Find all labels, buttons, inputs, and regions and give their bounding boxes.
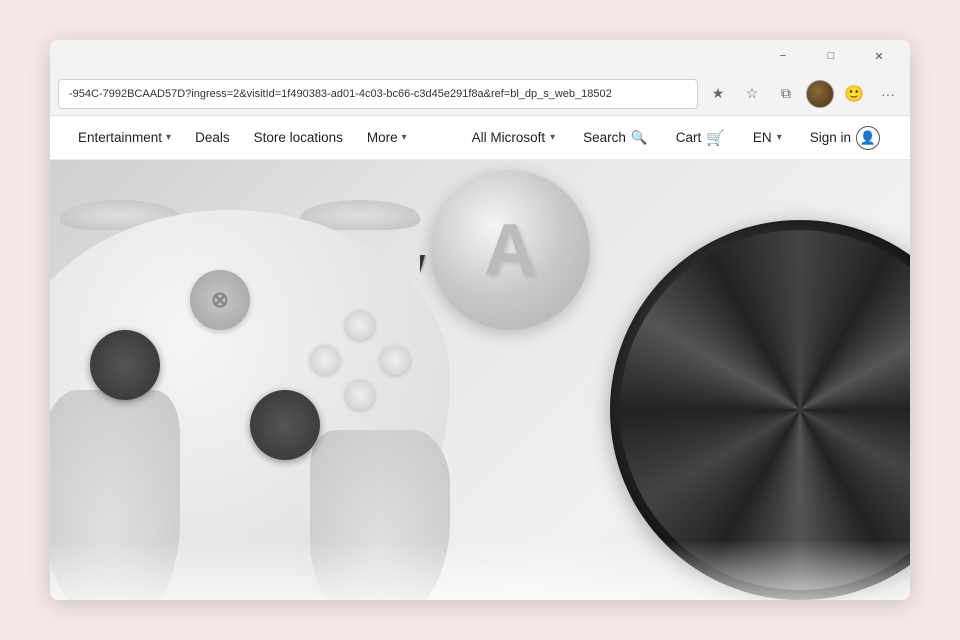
controller-a-button — [345, 380, 375, 410]
close-button[interactable]: ✕ — [856, 40, 902, 72]
title-bar: − □ ✕ — [50, 40, 910, 72]
maximize-button[interactable]: □ — [808, 40, 854, 72]
favorites-icon[interactable]: ★ — [704, 80, 732, 108]
url-text: -954C-7992BCAAD57D?ingress=2&visitId=1f4… — [69, 88, 612, 100]
language-chevron-icon: ▾ — [777, 132, 782, 143]
nav-all-microsoft[interactable]: All Microsoft ▾ — [458, 116, 570, 160]
controller-b-button — [380, 345, 410, 375]
bottom-fade — [50, 540, 910, 600]
nav-store-locations[interactable]: Store locations — [242, 116, 355, 160]
nav-language[interactable]: EN ▾ — [739, 116, 796, 160]
browser-window: − □ ✕ -954C-7992BCAAD57D?ingress=2&visit… — [50, 40, 910, 600]
nav-cart[interactable]: Cart 🛒 — [662, 116, 739, 160]
controller-y-button — [345, 310, 375, 340]
nav-bar: Entertainment ▾ Deals Store locations Mo… — [50, 116, 910, 160]
entertainment-chevron-icon: ▾ — [166, 132, 171, 143]
nav-right: All Microsoft ▾ Search 🔍 Cart 🛒 EN ▾ Sig… — [458, 116, 894, 160]
search-icon: 🔍 — [631, 130, 648, 146]
nav-deals[interactable]: Deals — [183, 116, 242, 160]
thumbstick-left — [90, 330, 160, 400]
all-microsoft-chevron-icon: ▾ — [550, 132, 555, 143]
settings-more-icon[interactable]: ··· — [874, 80, 902, 108]
xbox-center-button: ⊗ — [190, 270, 250, 330]
screenshot-icon[interactable]: ⧉ — [772, 80, 800, 108]
nav-left: Entertainment ▾ Deals Store locations Mo… — [66, 116, 458, 160]
person-icon: 👤 — [856, 126, 880, 150]
nav-search[interactable]: Search 🔍 — [569, 116, 662, 160]
minimize-button[interactable]: − — [760, 40, 806, 72]
address-bar: -954C-7992BCAAD57D?ingress=2&visitId=1f4… — [50, 72, 910, 116]
nav-more[interactable]: More ▾ — [355, 116, 419, 160]
content-area: A ⊗ — [50, 160, 910, 600]
reading-list-icon[interactable]: ☆ — [738, 80, 766, 108]
controller-x-button — [310, 345, 340, 375]
nav-sign-in[interactable]: Sign in 👤 — [796, 116, 894, 160]
cart-icon: 🛒 — [706, 129, 725, 147]
hero-section: A ⊗ — [50, 160, 910, 600]
nav-entertainment[interactable]: Entertainment ▾ — [66, 116, 183, 160]
profile-avatar[interactable] — [806, 80, 834, 108]
emoji-icon[interactable]: 🙂 — [840, 80, 868, 108]
controller-body: ⊗ — [50, 160, 470, 600]
more-chevron-icon: ▾ — [402, 132, 407, 143]
url-input[interactable]: -954C-7992BCAAD57D?ingress=2&visitId=1f4… — [58, 79, 698, 109]
abxy-button-cluster — [310, 310, 410, 410]
